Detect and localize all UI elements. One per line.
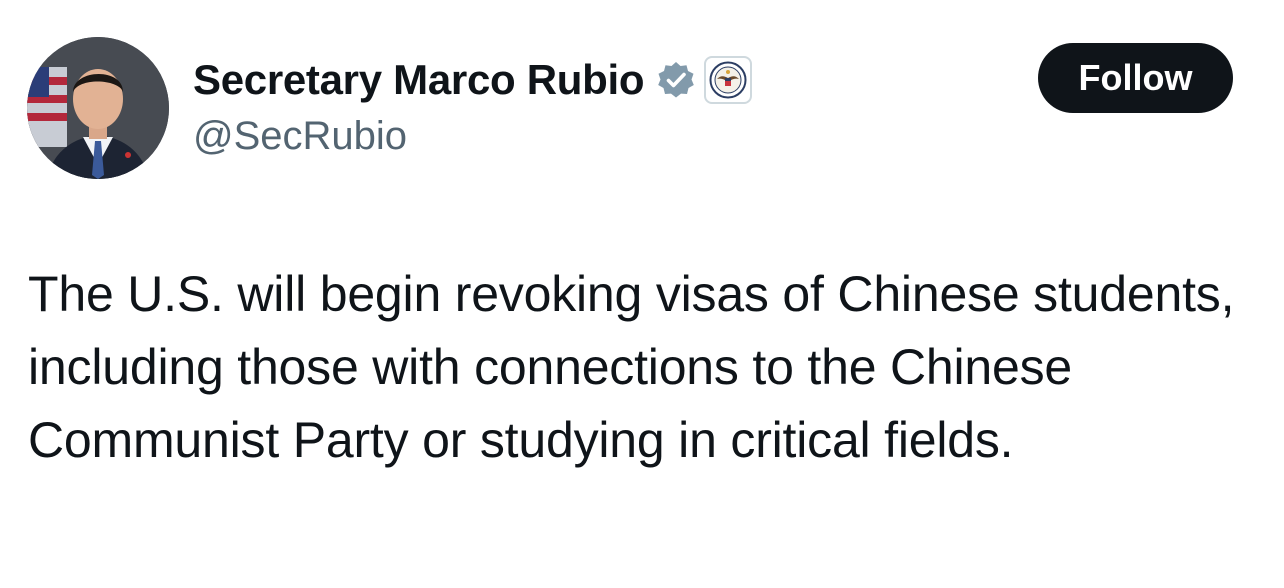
author-handle[interactable]: @SecRubio — [193, 114, 407, 159]
follow-button[interactable]: Follow — [1038, 43, 1233, 113]
tweet-card: Secretary Marco Rubio @SecRubio Follow T… — [0, 0, 1284, 588]
author-name-row: Secretary Marco Rubio — [193, 52, 753, 108]
tweet-text: The U.S. will begin revoking visas of Ch… — [28, 266, 1235, 468]
author-avatar[interactable] — [27, 37, 169, 179]
author-display-name[interactable]: Secretary Marco Rubio — [193, 56, 645, 104]
avatar-image — [27, 37, 169, 179]
state-department-seal-icon[interactable] — [704, 56, 753, 104]
verified-badge-icon[interactable] — [656, 60, 696, 100]
